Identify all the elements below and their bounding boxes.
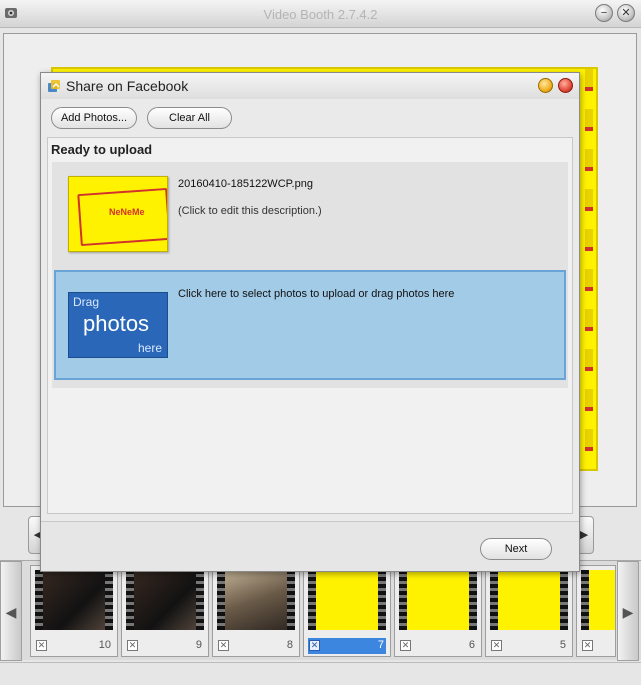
thumbnail-image — [126, 570, 204, 630]
filmstrip-thumbnail-selected[interactable]: ✕ 7 — [303, 565, 391, 657]
dialog-footer: Next — [41, 521, 579, 571]
filmstrip-thumbnail[interactable]: ✕ 9 — [121, 565, 209, 657]
photo-drop-zone[interactable]: Drag photos here Click here to select ph… — [54, 270, 566, 380]
filmstrip-scroll-left-button[interactable]: ◀ — [0, 561, 22, 661]
clear-all-button[interactable]: Clear All — [147, 107, 232, 129]
drag-photos-icon-word: here — [137, 341, 162, 355]
thumbnail-image — [35, 570, 113, 630]
photo-logo: NeNeMe — [109, 207, 145, 217]
drag-photos-icon-word: Drag — [73, 295, 100, 309]
drag-photos-icon-word: photos — [83, 311, 150, 336]
remove-icon[interactable]: ✕ — [218, 640, 229, 651]
minimize-button[interactable]: − — [595, 4, 613, 22]
thumbnail-meta: ✕ 9 — [126, 638, 204, 654]
remove-icon[interactable]: ✕ — [400, 640, 411, 651]
filmstrip-thumbnail[interactable]: ✕ 10 — [30, 565, 118, 657]
close-button[interactable]: ✕ — [617, 4, 635, 22]
thumbnail-image — [308, 570, 386, 630]
filmstrip-thumbnail[interactable]: ✕ 8 — [212, 565, 300, 657]
dialog-title: Share on Facebook — [66, 78, 189, 94]
upload-list: NeNeMe 20160410-185122WCP.png (Click to … — [52, 162, 568, 388]
remove-icon[interactable]: ✕ — [491, 640, 502, 651]
thumbnail-meta: ✕ 8 — [217, 638, 295, 654]
photo-filename: 20160410-185122WCP.png — [178, 178, 313, 190]
title-bar: Video Booth 2.7.4.2 − ✕ — [0, 0, 641, 28]
drop-zone-instruction: Click here to select photos to upload or… — [178, 288, 455, 300]
thumbnail-meta: ✕ 7 — [308, 638, 386, 654]
dialog-close-button[interactable] — [558, 78, 573, 93]
thumbnail-image — [399, 570, 477, 630]
window-title: Video Booth 2.7.4.2 — [263, 7, 378, 22]
filmstrip-thumbnail[interactable]: ✕ 6 — [394, 565, 482, 657]
thumbnail-meta: ✕ 5 — [490, 638, 568, 654]
status-bar — [0, 662, 641, 685]
photo-thumbnail: NeNeMe — [68, 176, 168, 252]
thumbnail-image — [490, 570, 568, 630]
thumbnail-meta: ✕ 6 — [399, 638, 477, 654]
next-button[interactable]: Next — [480, 538, 552, 560]
thumbnail-meta: ✕ — [581, 638, 615, 654]
filmstrip: ◀ ✕ 10 ✕ 9 ✕ 8 ✕ 7 ✕ 6 ✕ 5 ✕ ▶ — [0, 560, 641, 661]
filmstrip-thumbnail[interactable]: ✕ 5 — [485, 565, 573, 657]
upload-heading: Ready to upload — [51, 142, 153, 157]
thumbnail-number: 10 — [98, 639, 111, 651]
thumbnail-image — [581, 570, 615, 630]
filmstrip-thumbnail[interactable]: ✕ — [576, 565, 616, 657]
dialog-title-bar: Share on Facebook — [41, 73, 579, 99]
add-photos-button[interactable]: Add Photos... — [51, 107, 137, 129]
share-icon — [48, 80, 60, 92]
drag-photos-icon: Drag photos here — [68, 292, 168, 358]
photo-description[interactable]: (Click to edit this description.) — [178, 205, 322, 217]
remove-icon[interactable]: ✕ — [36, 640, 47, 651]
thumbnail-number: 7 — [377, 639, 384, 651]
thumbnail-number: 5 — [559, 639, 566, 651]
upload-panel: Ready to upload NeNeMe 20160410-185122WC… — [47, 137, 573, 514]
filmstrip-scroll-right-button[interactable]: ▶ — [617, 561, 639, 661]
thumbnail-number: 6 — [468, 639, 475, 651]
dialog-minimize-button[interactable] — [538, 78, 553, 93]
thumbnail-number: 8 — [286, 639, 293, 651]
thumbnail-number: 9 — [195, 639, 202, 651]
upload-photo-item[interactable]: NeNeMe 20160410-185122WCP.png (Click to … — [52, 162, 568, 256]
remove-icon[interactable]: ✕ — [309, 640, 320, 651]
thumbnail-meta: ✕ 10 — [35, 638, 113, 654]
thumbnail-image — [217, 570, 295, 630]
remove-icon[interactable]: ✕ — [582, 640, 593, 651]
remove-icon[interactable]: ✕ — [127, 640, 138, 651]
share-on-facebook-dialog: Share on Facebook Add Photos... Clear Al… — [40, 72, 580, 572]
